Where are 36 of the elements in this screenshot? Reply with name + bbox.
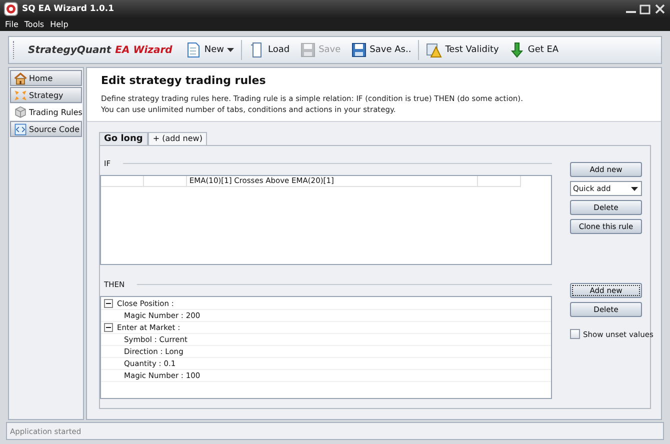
logo-text: EA Wizard [115,44,172,56]
window-title: SQ EA Wizard 1.0.1 [22,4,116,14]
maximize-icon [639,3,651,15]
collapse-icon[interactable] [104,323,113,332]
checkbox[interactable] [570,329,580,339]
collapse-icon[interactable] [104,299,113,308]
toolbar-button[interactable]: Test Validity [423,42,502,58]
logo-text: StrategyQuant [28,44,112,56]
menu-item[interactable]: Help [50,20,68,29]
toolbar-button[interactable]: Save As.. [348,42,414,58]
page-icon [185,42,202,58]
tab[interactable]: + (add new) [148,132,208,145]
warning-icon [426,42,442,58]
toolbar-button[interactable]: New [182,42,237,58]
minimize-icon [626,11,636,13]
toolbar-button[interactable]: Load [246,42,293,58]
cube-icon [14,106,27,118]
floppy-icon [350,42,367,58]
app-logo-icon [4,2,18,16]
sidebar-item[interactable]: Home [10,70,82,86]
caret-icon [631,186,638,190]
house-icon [14,72,27,84]
sidebar-item[interactable]: Source Code [10,121,82,137]
menu-item[interactable]: Tools [24,20,44,29]
code-page-icon [14,122,27,136]
down-arrow-icon [508,42,525,58]
sidebar-item[interactable]: Trading Rules [10,104,82,120]
arrows-icon [14,88,27,102]
toolbar-button[interactable]: Get EA [506,42,562,58]
sidebar-item[interactable]: Strategy [10,87,82,103]
close-icon [654,3,666,15]
caret-icon [226,48,234,52]
page-title: Edit strategy trading rules [101,74,267,87]
menu-item[interactable]: File [5,20,18,29]
tab[interactable]: Go long [99,132,148,145]
floppy-icon [300,42,316,58]
